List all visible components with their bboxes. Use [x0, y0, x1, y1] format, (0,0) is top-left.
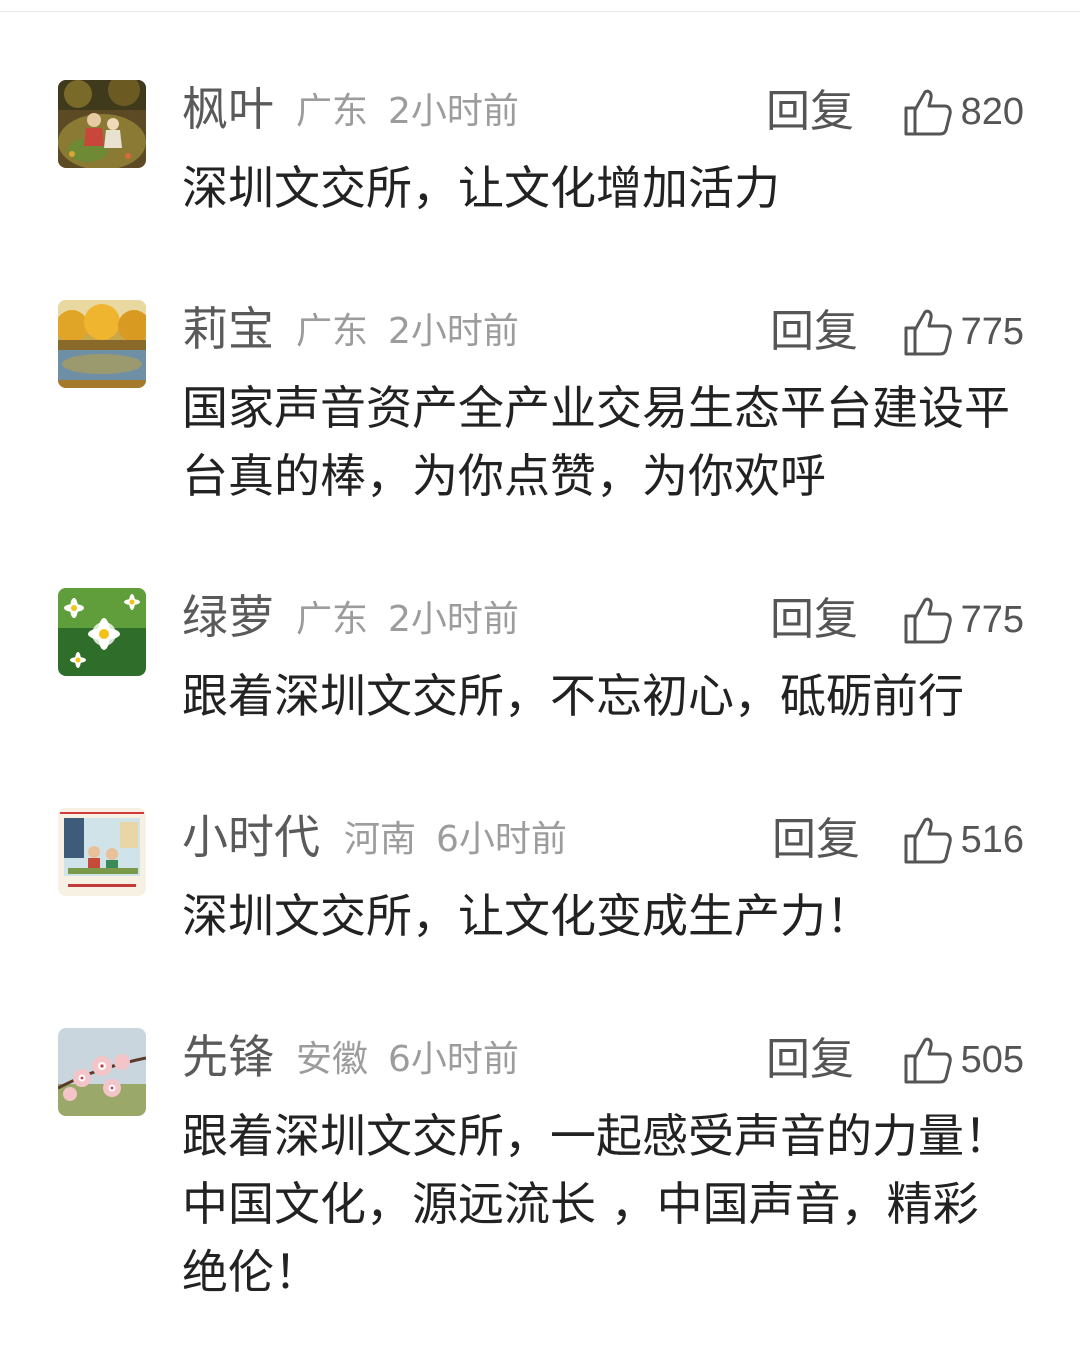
timestamp: 2小时前: [388, 311, 519, 352]
user-avatar[interactable]: [58, 1028, 146, 1116]
location: 安徽: [296, 1039, 369, 1080]
like-count: 505: [960, 1039, 1024, 1081]
comment-meta: 安徽 6小时前: [296, 1038, 519, 1082]
thumbs-up-icon: [901, 1034, 953, 1086]
comment-text: 跟着深圳文交所，一起感受声音的力量！中国文化，源远流长 ，中国声音，精彩绝伦！: [182, 1109, 1010, 1299]
username[interactable]: 小时代: [182, 810, 320, 864]
reply-button[interactable]: 回复: [766, 1034, 854, 1086]
like-button[interactable]: 775: [901, 304, 1024, 360]
user-avatar[interactable]: [58, 300, 146, 388]
username[interactable]: 莉宝: [182, 302, 274, 356]
comment-text: 跟着深圳文交所，不忘初心，砥砺前行: [182, 669, 964, 723]
comment-header: 小时代 河南 6小时前 回复 516: [182, 808, 1024, 868]
thumbs-up-icon: [901, 594, 953, 646]
comment-header: 先锋 安徽 6小时前 回复 505: [182, 1028, 1024, 1088]
user-avatar[interactable]: [58, 588, 146, 676]
comment-meta: 广东 2小时前: [296, 90, 519, 134]
location: 河南: [344, 819, 417, 860]
thumbs-up-icon: [901, 306, 953, 358]
timestamp: 6小时前: [388, 1039, 519, 1080]
reply-button[interactable]: 回复: [772, 814, 860, 866]
like-button[interactable]: 775: [901, 592, 1024, 648]
username[interactable]: 枫叶: [182, 82, 274, 136]
comment-meta: 广东 2小时前: [296, 598, 519, 642]
comment-header: 枫叶 广东 2小时前 回复 820: [182, 80, 1024, 140]
peach-blossom-avatar-icon: [58, 1028, 146, 1116]
autumn-garden-avatar-icon: [58, 80, 146, 168]
location: 广东: [296, 91, 369, 132]
comment-text: 深圳文交所，让文化变成生产力！: [182, 889, 872, 943]
thumbs-up-icon: [901, 814, 953, 866]
user-avatar[interactable]: [58, 80, 146, 168]
top-divider: [0, 0, 1080, 12]
daisy-flowers-avatar-icon: [58, 588, 146, 676]
timestamp: 2小时前: [388, 599, 519, 640]
comment-meta: 广东 2小时前: [296, 310, 519, 354]
thumbs-up-icon: [901, 86, 953, 138]
comment-header: 绿萝 广东 2小时前 回复 775: [182, 588, 1024, 648]
username[interactable]: 先锋: [182, 1030, 274, 1084]
timestamp: 2小时前: [388, 91, 519, 132]
location: 广东: [296, 311, 369, 352]
reply-button[interactable]: 回复: [766, 86, 854, 138]
like-count: 775: [960, 599, 1024, 641]
user-avatar[interactable]: [58, 808, 146, 896]
golden-trees-lake-avatar-icon: [58, 300, 146, 388]
like-count: 775: [960, 311, 1024, 353]
comment-header: 莉宝 广东 2小时前 回复 775: [182, 300, 1024, 360]
reply-button[interactable]: 回复: [770, 594, 858, 646]
poster-illustration-avatar-icon: [58, 808, 146, 896]
comment-meta: 河南 6小时前: [344, 818, 567, 862]
comment-text: 深圳文交所，让文化增加活力: [182, 161, 780, 215]
reply-button[interactable]: 回复: [770, 306, 858, 358]
comment-text: 国家声音资产全产业交易生态平台建设平台真的棒，为你点赞，为你欢呼: [182, 381, 1010, 503]
like-count: 516: [960, 819, 1024, 861]
location: 广东: [296, 599, 369, 640]
like-button[interactable]: 505: [901, 1032, 1024, 1088]
like-button[interactable]: 820: [901, 84, 1024, 140]
like-button[interactable]: 516: [901, 812, 1024, 868]
timestamp: 6小时前: [436, 819, 567, 860]
like-count: 820: [960, 91, 1024, 133]
username[interactable]: 绿萝: [182, 590, 274, 644]
